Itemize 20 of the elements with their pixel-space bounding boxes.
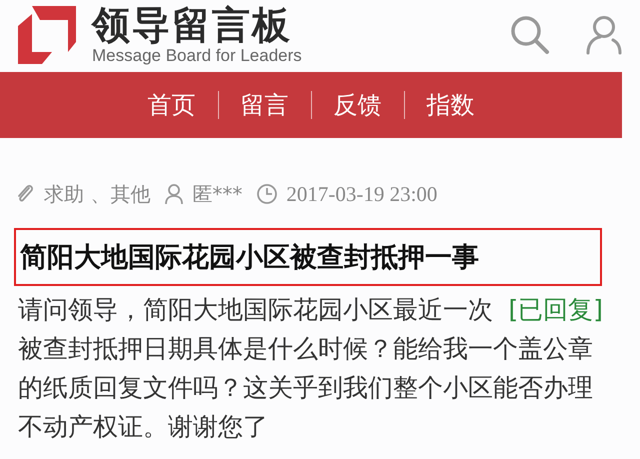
- nav-link[interactable]: 留言: [218, 89, 310, 121]
- post-body-line: 请问领导，简阳大地国际花园小区最近一次: [18, 294, 493, 326]
- post-body-line: 不动产权证。谢谢您了: [18, 411, 268, 443]
- nav-link[interactable]: 反馈: [312, 89, 404, 121]
- category-text: 求助 、其他: [44, 180, 150, 208]
- reply-status: [已回复]: [508, 294, 603, 326]
- site-title: 领导留言板: [92, 4, 293, 46]
- post-body-line: 的纸质回复文件吗？这关乎到我们整个小区能否办理: [18, 372, 593, 404]
- nav-link[interactable]: 指数: [404, 89, 496, 121]
- clock-icon: [256, 183, 278, 205]
- user-icon[interactable]: [586, 15, 622, 55]
- nav-link[interactable]: 首页: [126, 89, 218, 121]
- search-icon[interactable]: [510, 15, 550, 55]
- post-title: 简阳大地国际花园小区被查封抵押一事: [20, 241, 479, 275]
- author-text: 匿***: [192, 180, 242, 208]
- logo-icon: [18, 6, 76, 64]
- post-time: 2017-03-19 23:00: [286, 182, 438, 206]
- site-subtitle: Message Board for Leaders: [92, 46, 302, 66]
- post-body-line: 被查封抵押日期具体是什么时候？能给我一个盖公章: [18, 333, 593, 365]
- user-icon: [164, 183, 184, 205]
